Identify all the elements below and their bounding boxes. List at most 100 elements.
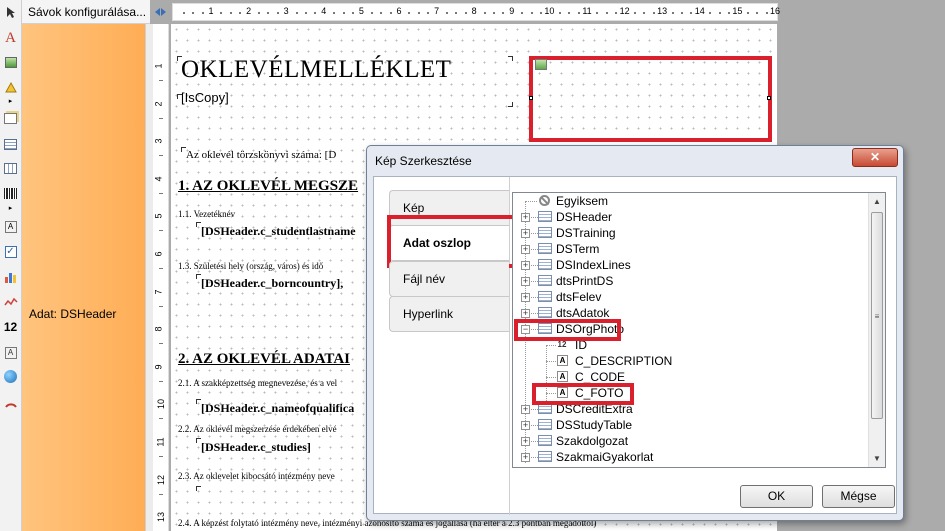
scroll-down-icon[interactable]: ▼: [869, 450, 885, 467]
expand-arrow-icon[interactable]: ▸: [2, 97, 19, 105]
expand-icon[interactable]: +: [521, 293, 530, 302]
ruler-tick: [502, 12, 505, 14]
ruler-tick: [380, 12, 383, 14]
tree-item-c-description[interactable]: A C_DESCRIPTION: [513, 353, 863, 369]
ruler-number: 5: [358, 6, 364, 16]
item-1-1-field[interactable]: [DSHeader.c_studentlastname: [201, 224, 356, 239]
expand-icon[interactable]: +: [521, 453, 530, 462]
table-icon: [538, 243, 552, 254]
tab-file-name[interactable]: Fájl név: [389, 261, 509, 297]
text-tool-icon[interactable]: A: [2, 30, 19, 47]
copy-field[interactable]: [IsCopy]: [181, 90, 229, 105]
item-1-3-label[interactable]: 1.3. Születési hely (ország, város) és i…: [178, 261, 323, 271]
item-1-1-label[interactable]: 1.1. Vezetéknév: [178, 209, 235, 219]
image-tool-icon[interactable]: [2, 54, 19, 71]
expand-icon[interactable]: +: [521, 261, 530, 270]
expand-icon[interactable]: +: [521, 229, 530, 238]
band-nav-arrows[interactable]: [150, 4, 170, 20]
ruler-tick: [690, 12, 693, 14]
ruler-tick: [352, 12, 354, 14]
ruler-number: 13: [156, 512, 167, 523]
expand-arrow-icon[interactable]: ▸: [2, 204, 19, 212]
ruler-number: 8: [153, 326, 164, 332]
item-2-1-field[interactable]: [DSHeader.c_nameofqualifica: [201, 401, 354, 416]
sparkline-tool-icon[interactable]: [2, 293, 19, 310]
globe-tool-icon[interactable]: [2, 368, 19, 385]
tree-item-szakdolgozat[interactable]: + Szakdolgozat: [513, 433, 863, 449]
ruler-tick: [389, 12, 392, 14]
expand-icon[interactable]: +: [521, 405, 530, 414]
checkbox-tool-icon[interactable]: ✓: [2, 243, 19, 260]
tree-item-dtsprintds[interactable]: + dtsPrintDS: [513, 273, 863, 289]
expand-icon[interactable]: +: [521, 421, 530, 430]
chart-tool-icon[interactable]: [2, 268, 19, 285]
band-column[interactable]: Adat: DSHeader: [22, 24, 145, 531]
splitter[interactable]: [145, 24, 153, 531]
tree-item-egyiksem[interactable]: Egyiksem: [513, 193, 863, 209]
resize-handle[interactable]: [767, 96, 771, 100]
close-button[interactable]: ✕: [852, 148, 898, 167]
text-field-tool-icon[interactable]: A: [2, 218, 19, 235]
ruler-tick: [417, 12, 420, 14]
ruler-tick: [521, 12, 524, 14]
ok-button[interactable]: OK: [740, 485, 813, 508]
expand-icon[interactable]: +: [521, 245, 530, 254]
gauge-tool-icon[interactable]: [2, 393, 19, 410]
expand-icon[interactable]: +: [521, 309, 530, 318]
panel-tool-icon[interactable]: [2, 110, 19, 127]
tree-item-szakmaigyakorlat[interactable]: + SzakmaiGyakorlat: [513, 449, 863, 465]
ruler-number: 10: [156, 399, 167, 410]
ruler-number: 9: [509, 6, 515, 16]
barcode-tool-icon[interactable]: [2, 185, 19, 202]
tree-item-dtsfelev[interactable]: + dtsFelev: [513, 289, 863, 305]
expand-icon[interactable]: +: [521, 277, 530, 286]
band-config-header[interactable]: Sávok konfigurálása...: [22, 0, 150, 24]
ruler-number: 3: [153, 138, 164, 144]
ruler-number: 13: [657, 6, 668, 16]
section2-heading[interactable]: 2. AZ OKLEVÉL ADATAI: [178, 351, 350, 368]
resize-handle[interactable]: [529, 96, 533, 100]
ruler-number: 3: [283, 6, 289, 16]
expand-icon[interactable]: +: [521, 213, 530, 222]
vertical-ruler: 1 2 3 4 5 6 7 8 9 10 11 12 13: [153, 24, 169, 531]
table-icon: [538, 291, 552, 302]
ruler-tick: [464, 12, 467, 14]
tree-item-dsheader[interactable]: + DSHeader: [513, 209, 863, 225]
table-icon: [538, 275, 552, 286]
registry-number-label[interactable]: Az oklevél törzskönyvi száma: [D: [186, 149, 336, 161]
scroll-up-icon[interactable]: ▲: [869, 193, 885, 210]
table-icon: [538, 307, 552, 318]
scroll-thumb[interactable]: ≡: [871, 212, 883, 419]
number-tool-icon[interactable]: 12: [2, 318, 19, 335]
matrix-tool-icon[interactable]: [2, 160, 19, 177]
report-title[interactable]: OKLEVÉLMELLÉKLET: [181, 56, 451, 84]
ruler-tick: [370, 12, 373, 14]
section1-heading[interactable]: 1. AZ OKLEVÉL MEGSZE: [178, 178, 358, 195]
pointer-tool-icon[interactable]: [2, 4, 19, 21]
tree-vertical-scrollbar[interactable]: ▲ ≡ ▼: [868, 193, 885, 467]
tab-hyperlink[interactable]: Hyperlink: [389, 296, 509, 332]
horizontal-ruler: 1 2 3 4 5 6 7 8 9 10 11 12 13 14 15 16: [172, 3, 780, 21]
rich-text-tool-icon[interactable]: A: [2, 344, 19, 361]
cancel-button[interactable]: Mégse: [822, 485, 895, 508]
expand-icon[interactable]: +: [521, 437, 530, 446]
tree-item-dsstudytable[interactable]: + DSStudyTable: [513, 417, 863, 433]
ruler-tick: [159, 493, 163, 495]
ruler-tick: [159, 80, 163, 81]
ruler-tick: [295, 12, 298, 14]
item-1-3-field[interactable]: [DSHeader.c_borncountry],: [201, 276, 343, 291]
ruler-tick: [201, 12, 204, 14]
data-source-tree[interactable]: Egyiksem + DSHeader + DSTraining + DSTer…: [512, 192, 886, 468]
photo-placeholder-highlight[interactable]: [529, 56, 772, 142]
item-2-2-field[interactable]: [DSHeader.c_studies]: [201, 440, 311, 455]
edit-image-dialog: Kép Szerkesztése ✕ Kép Adat oszlop Fájl …: [366, 145, 904, 521]
item-2-1-label[interactable]: 2.1. A szakképzettség megnevezése, és a …: [178, 378, 337, 388]
shape-tool-icon[interactable]: [2, 78, 19, 95]
tree-item-dstraining[interactable]: + DSTraining: [513, 225, 863, 241]
item-2-3-label[interactable]: 2.3. Az oklevelet kibocsátó intézmény ne…: [178, 471, 335, 481]
tree-item-dsterm[interactable]: + DSTerm: [513, 241, 863, 257]
ruler-tick: [159, 155, 163, 157]
item-2-2-label[interactable]: 2.2. Az oklevél megszerzése érdekében el…: [178, 424, 337, 434]
tree-item-dsindexlines[interactable]: + DSIndexLines: [513, 257, 863, 273]
table-tool-icon[interactable]: [2, 136, 19, 153]
